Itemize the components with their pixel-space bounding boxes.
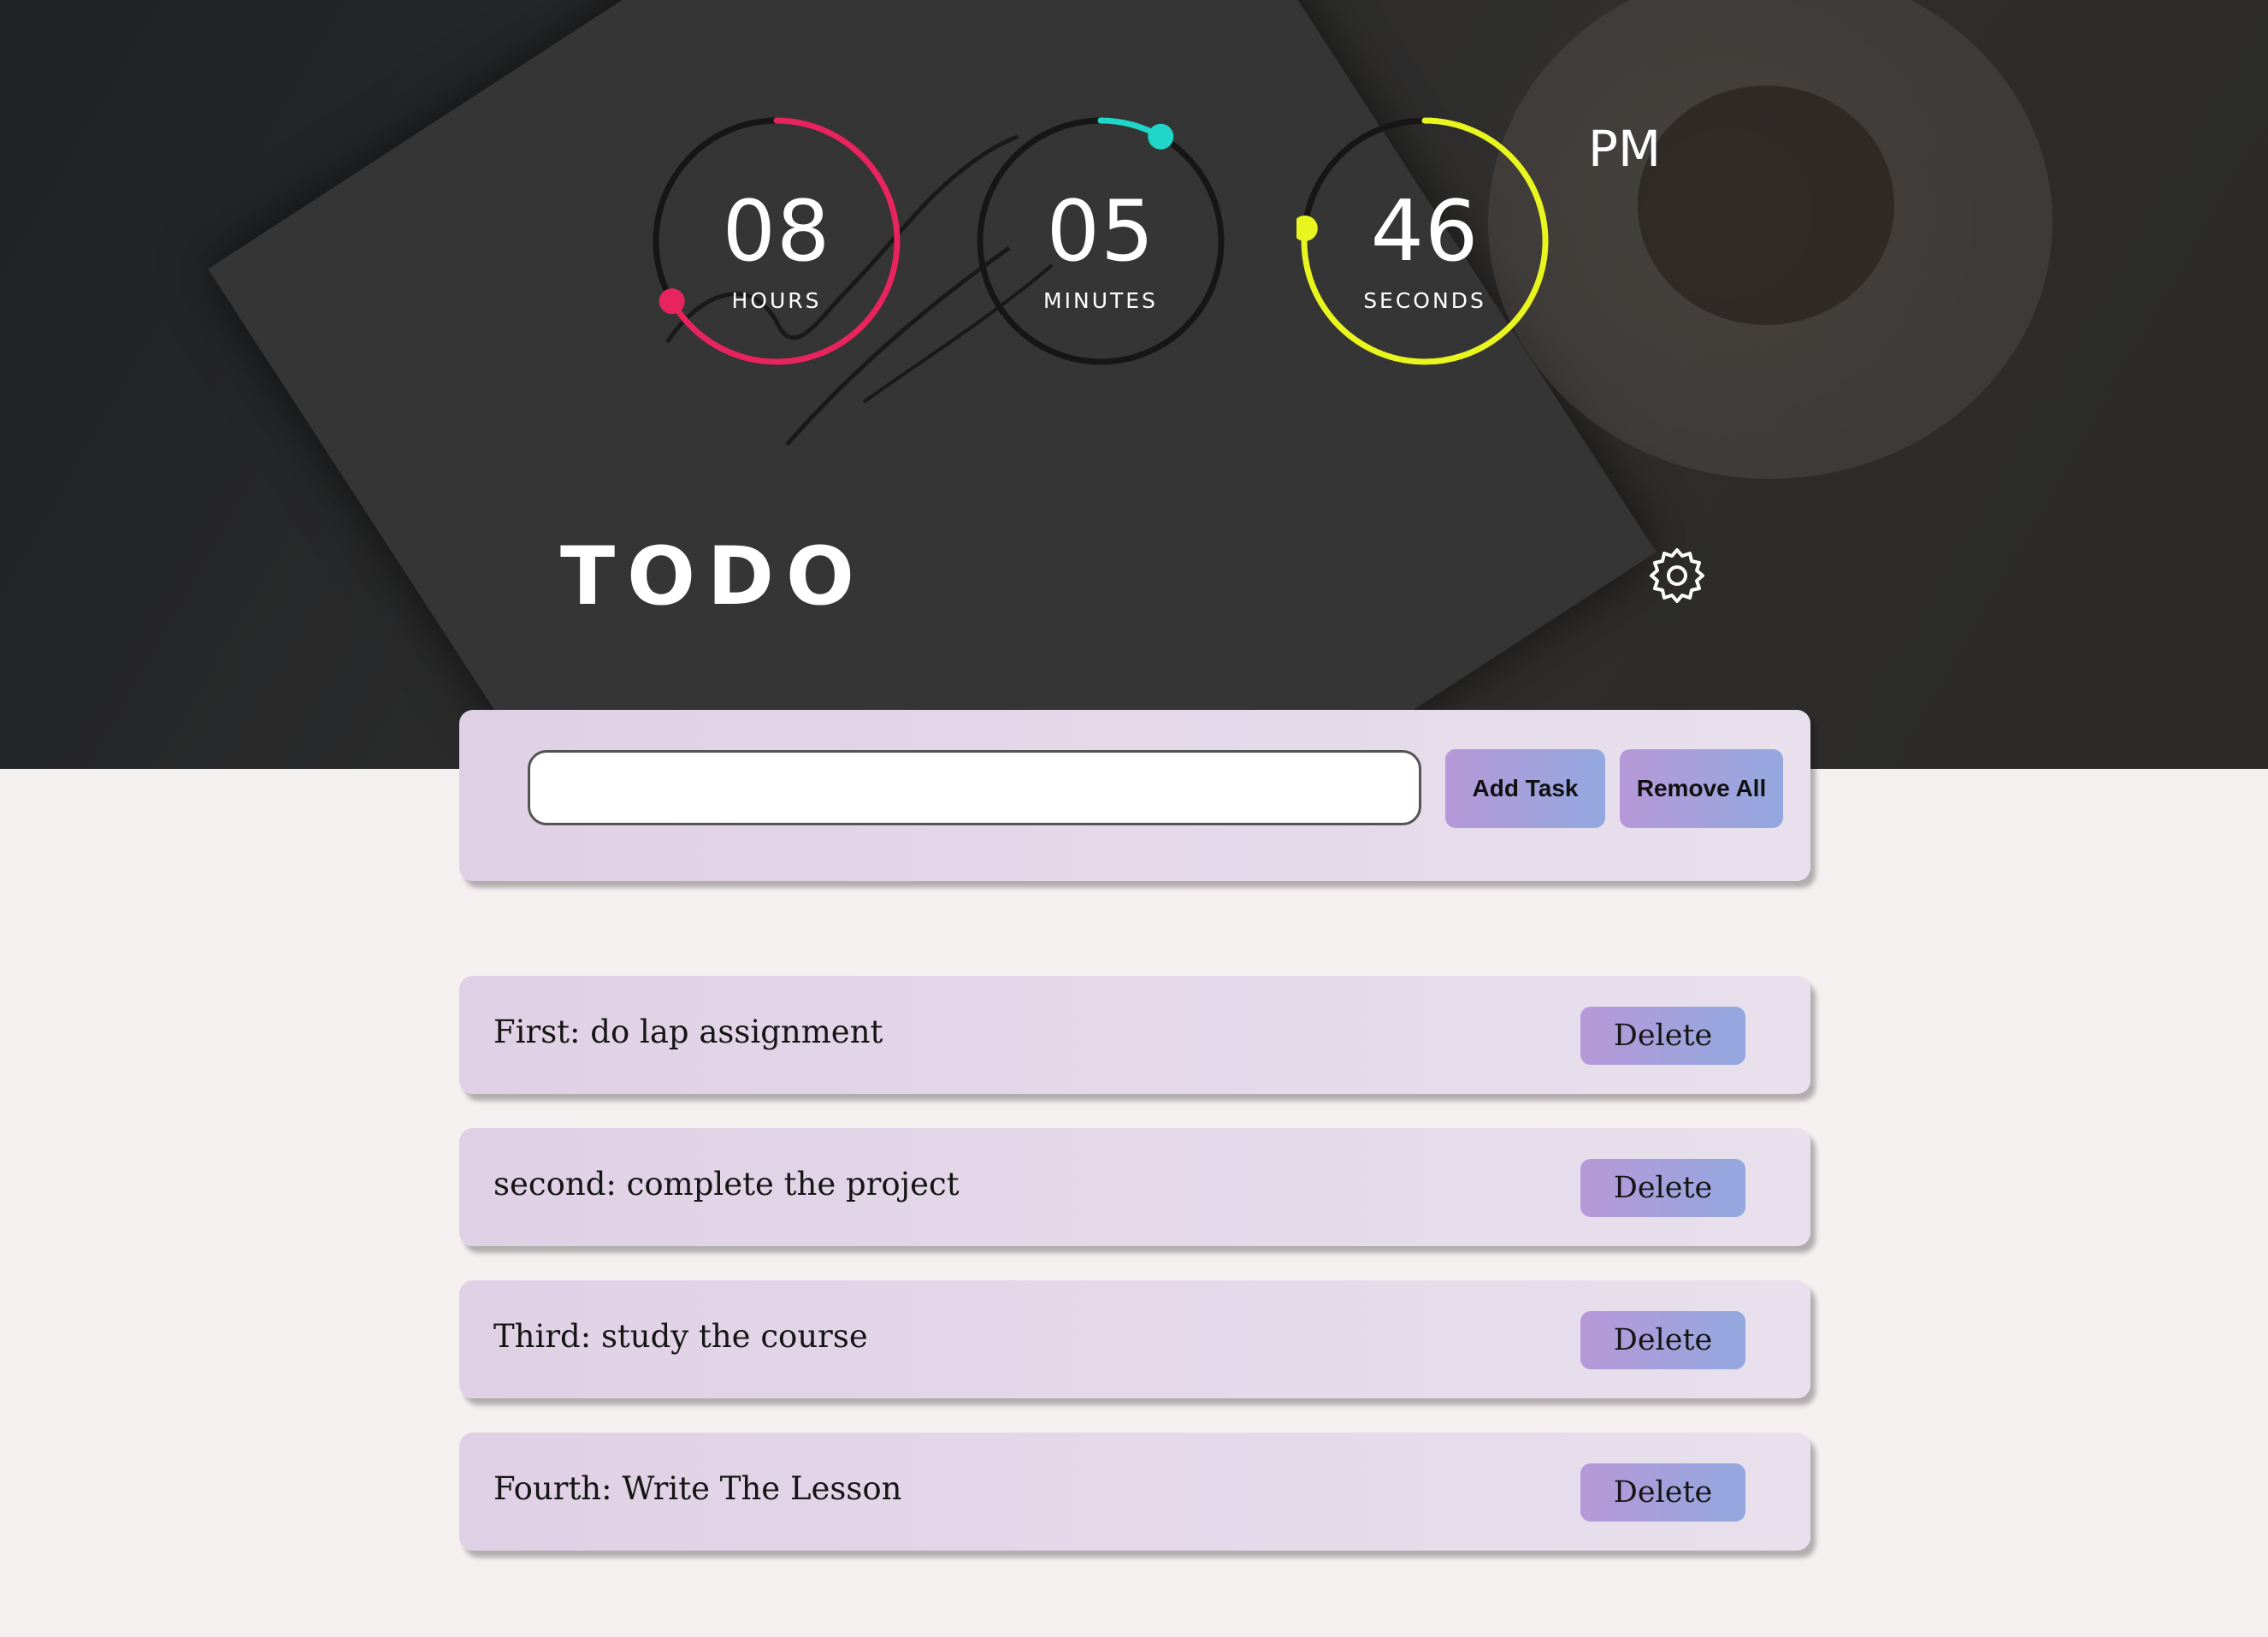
list-item: second: complete the project Delete bbox=[459, 1128, 1810, 1246]
minutes-dial: 05 MINUTES bbox=[972, 113, 1229, 369]
delete-button[interactable]: Delete bbox=[1580, 1159, 1745, 1217]
list-item: Fourth: Write The Lesson Delete bbox=[459, 1433, 1810, 1551]
delete-button[interactable]: Delete bbox=[1580, 1311, 1745, 1369]
minutes-label: MINUTES bbox=[1043, 288, 1158, 313]
task-text: Third: study the course bbox=[493, 1318, 868, 1355]
hours-label: HOURS bbox=[731, 288, 822, 313]
seconds-dial: 46 SECONDS bbox=[1296, 113, 1553, 369]
task-text: First: do lap assignment bbox=[493, 1014, 883, 1050]
gear-icon[interactable] bbox=[1647, 546, 1707, 606]
task-input[interactable] bbox=[528, 750, 1421, 825]
seconds-value: 46 bbox=[1370, 183, 1480, 281]
minutes-value: 05 bbox=[1046, 183, 1155, 281]
seconds-label: SECONDS bbox=[1363, 288, 1486, 313]
add-task-panel: Add Task Remove All bbox=[459, 710, 1810, 881]
delete-button[interactable]: Delete bbox=[1580, 1463, 1745, 1522]
remove-all-button[interactable]: Remove All bbox=[1620, 749, 1783, 828]
task-text: second: complete the project bbox=[493, 1166, 960, 1203]
delete-button[interactable]: Delete bbox=[1580, 1007, 1745, 1065]
page-title: TODO bbox=[560, 530, 866, 623]
header-background: 08 HOURS 05 MINUTES 46 SECONDS PM TODO bbox=[0, 0, 2268, 769]
hours-value: 08 bbox=[722, 183, 831, 281]
am-pm-indicator: PM bbox=[1588, 120, 1662, 178]
hours-dial: 08 HOURS bbox=[648, 113, 905, 369]
coffee-image bbox=[1638, 86, 1894, 325]
list-item: First: do lap assignment Delete bbox=[459, 976, 1810, 1094]
add-task-button[interactable]: Add Task bbox=[1445, 749, 1605, 828]
list-item: Third: study the course Delete bbox=[459, 1280, 1810, 1398]
task-text: Fourth: Write The Lesson bbox=[493, 1470, 902, 1507]
